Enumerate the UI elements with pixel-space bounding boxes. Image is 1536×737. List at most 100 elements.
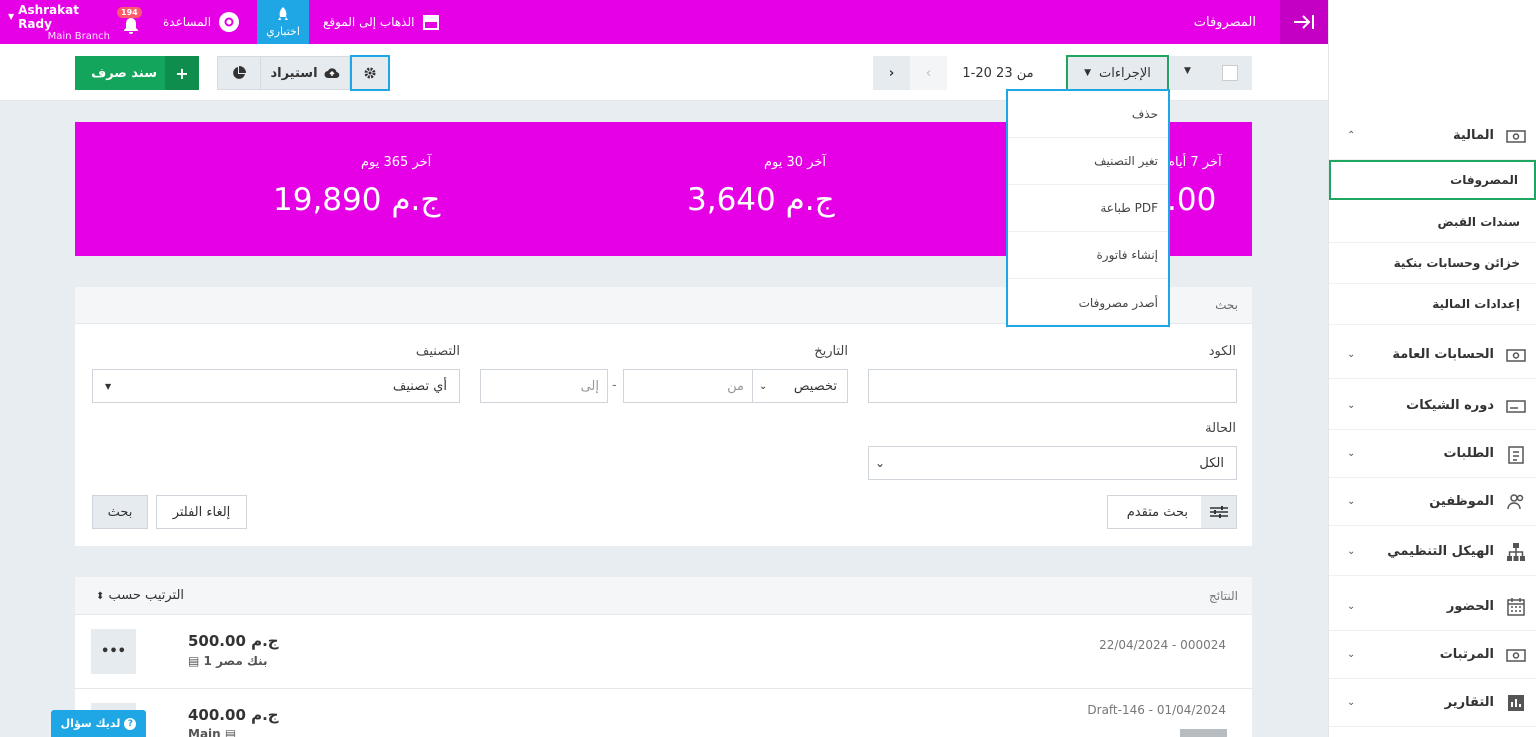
trial-label: اختباري <box>266 24 300 38</box>
go-to-site-link[interactable]: الذهاب إلى الموقع <box>323 0 440 44</box>
search-button[interactable]: بحث <box>92 495 148 529</box>
sidebar-section-orders[interactable]: الطلبات ⌄ <box>1329 430 1536 478</box>
help-widget-button[interactable]: لديك سؤال ? <box>51 710 146 737</box>
advanced-search-button[interactable]: بحث متقدم <box>1107 495 1237 529</box>
action-change-category[interactable]: تغير التصنيف <box>1008 138 1168 185</box>
action-delete[interactable]: حذف <box>1008 91 1168 138</box>
row-amount: 500.00 ج.م <box>188 632 279 650</box>
date-label: التاريخ <box>814 344 848 359</box>
chevron-down-icon: ⌄ <box>1347 496 1356 507</box>
sidebar-section-label: المرتبات <box>1439 647 1494 662</box>
results-header: النتائج ⬍ الترتيب حسب <box>75 577 1252 615</box>
bank-icon: ▤ <box>188 654 200 668</box>
chevron-down-icon: ⌄ <box>1347 601 1356 612</box>
bank-icon: ▤ <box>224 727 237 737</box>
settings-button[interactable] <box>350 55 390 91</box>
chevron-down-icon: ⌄ <box>1347 546 1356 557</box>
user-menu[interactable]: ▼ Ashrakat Rady Main Branch <box>8 0 110 44</box>
chevron-down-icon: ⌄ <box>1347 349 1356 360</box>
row-account: Main ▤ <box>188 727 236 737</box>
sidebar-section-label: التقارير <box>1444 695 1494 710</box>
help-label: المساعدة <box>163 15 212 29</box>
question-icon: ? <box>124 717 137 730</box>
collapse-sidebar-button[interactable] <box>1280 0 1328 44</box>
status-value: الكل <box>1199 455 1224 471</box>
money-icon <box>1506 649 1526 662</box>
pie-chart-icon <box>233 66 246 79</box>
sidebar-section-label: الموظفين <box>1429 494 1494 509</box>
import-button[interactable]: استيراد <box>260 56 350 90</box>
date-to-placeholder: إلى <box>580 378 599 394</box>
sidebar-section-general-accounts[interactable]: الحسابات العامة ⌄ <box>1329 331 1536 379</box>
users-icon <box>1507 494 1524 510</box>
sidebar-section-employees[interactable]: الموظفين ⌄ <box>1329 478 1536 526</box>
date-to-input[interactable]: إلى <box>480 369 608 403</box>
lifebuoy-icon <box>219 12 240 32</box>
sort-button[interactable]: ⬍ الترتيب حسب <box>96 588 184 603</box>
select-all-checkbox[interactable] <box>1222 65 1238 81</box>
branch-name: Main Branch <box>47 30 110 42</box>
chevron-down-icon: ▼ <box>8 12 15 21</box>
caret-down-icon: ▼ <box>105 381 112 391</box>
next-page-button[interactable]: › <box>873 56 910 90</box>
sidebar-item-expenses[interactable]: المصروفات <box>1329 160 1536 200</box>
search-button-label: بحث <box>107 504 133 520</box>
top-bar: ▼ Ashrakat Rady Main Branch 194 المساعدة… <box>0 0 1328 44</box>
sidebar-section-attendance[interactable]: الحضور ⌄ <box>1329 583 1536 631</box>
chevron-down-icon: ⌄ <box>1347 649 1356 660</box>
category-select[interactable]: ▼ أي تصنيف <box>92 369 460 403</box>
category-value: أي تصنيف <box>392 378 447 394</box>
action-export-expenses[interactable]: أصدر مصروفات <box>1008 279 1168 326</box>
status-select[interactable]: ⌄ الكل <box>868 446 1237 480</box>
new-voucher-label: سند صرف <box>91 65 157 81</box>
advanced-search-label: بحث متقدم <box>1126 504 1188 520</box>
row-amount: 400.00 ج.م <box>188 706 279 724</box>
actions-button[interactable]: ▼ الإجراءات <box>1066 55 1169 91</box>
more-icon: ••• <box>101 644 126 659</box>
row-account: ▤ بنك مصر 1 <box>188 654 268 668</box>
chevron-left-icon: ‹ <box>925 65 932 81</box>
sidebar-section-reports[interactable]: التقارير ⌄ <box>1329 679 1536 727</box>
date-mode-value: تخصيص <box>793 378 837 394</box>
chevron-right-icon: › <box>888 65 895 81</box>
bar-chart-icon <box>1508 695 1524 711</box>
chevron-down-icon: ⌄ <box>875 456 886 470</box>
new-voucher-button[interactable]: + سند صرف <box>75 56 199 90</box>
prev-page-button[interactable]: ‹ <box>910 56 947 90</box>
code-input[interactable] <box>868 369 1237 403</box>
sidebar-section-finance[interactable]: المالية ⌃ <box>1329 112 1536 160</box>
sort-label: الترتيب حسب <box>108 588 185 603</box>
sidebar-item-finance-settings[interactable]: إعدادات المالية <box>1329 284 1536 325</box>
chevron-down-icon: ⌄ <box>1347 697 1356 708</box>
sidebar-section-label: دوره الشيكات <box>1406 398 1494 413</box>
select-all-dropdown[interactable]: ▼ <box>1170 56 1252 90</box>
stat-7-label: آخر 7 أيام <box>1167 155 1222 170</box>
category-label: التصنيف <box>415 344 460 359</box>
action-print-pdf[interactable]: طباعة PDF <box>1008 185 1168 232</box>
import-label: استيراد <box>270 65 318 81</box>
action-create-invoice[interactable]: إنشاء فاتورة <box>1008 232 1168 279</box>
chevron-down-icon: ⌄ <box>759 380 768 392</box>
stats-button[interactable] <box>217 56 261 90</box>
trial-badge[interactable]: اختباري <box>257 0 309 44</box>
row-divider <box>75 688 1252 689</box>
caret-down-icon: ▼ <box>1184 66 1191 76</box>
row-more-button[interactable]: ••• <box>91 629 136 674</box>
hierarchy-icon <box>1507 543 1525 561</box>
sidebar-item-treasuries[interactable]: خزائن وحسابات بنكية <box>1329 243 1536 284</box>
date-from-input[interactable]: من <box>623 369 753 403</box>
clear-filter-button[interactable]: إلغاء الفلتر <box>156 495 247 529</box>
arrow-right-icon <box>1294 15 1314 29</box>
results-header-label: النتائج <box>1209 589 1238 603</box>
status-label: الحالة <box>1205 421 1236 436</box>
sidebar-section-org-structure[interactable]: الهيكل التنظيمي ⌄ <box>1329 528 1536 576</box>
cloud-upload-icon <box>324 68 339 79</box>
date-mode-select[interactable]: ⌄ تخصيص <box>752 369 848 403</box>
sidebar-item-receipts[interactable]: سندات القبض <box>1329 202 1536 243</box>
sidebar-section-label: الطلبات <box>1443 446 1494 461</box>
chevron-down-icon: ⌄ <box>1347 448 1356 459</box>
sidebar-section-cheques[interactable]: دوره الشيكات ⌄ <box>1329 382 1536 430</box>
help-link[interactable]: المساعدة <box>163 0 241 44</box>
date-from-placeholder: من <box>727 378 744 394</box>
sidebar-section-payroll[interactable]: المرتبات ⌄ <box>1329 631 1536 679</box>
